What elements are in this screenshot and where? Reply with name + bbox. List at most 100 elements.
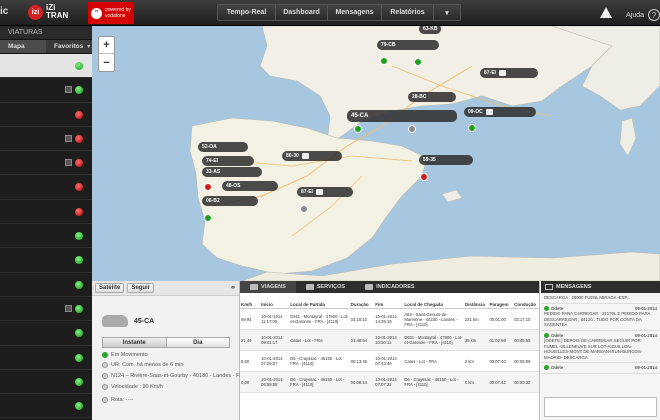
table-row[interactable]: 8,60 10-01-2014 07:29:57 D6 - Crayssac - 4… bbox=[240, 350, 539, 372]
vehicle-list-item[interactable] bbox=[0, 126, 92, 152]
warning-icon[interactable] bbox=[600, 6, 613, 18]
table-row[interactable]: 21,49 10-01-2014 09:01:17 Catus - Lot - FR… bbox=[240, 329, 539, 351]
column-header[interactable]: Distância bbox=[463, 301, 489, 309]
vehicle-map-label[interactable]: 52-OA bbox=[198, 142, 248, 152]
vehicle-map-label[interactable]: 87-EI bbox=[480, 68, 538, 78]
follow-button[interactable]: Seguir bbox=[127, 283, 155, 293]
messages-title: MENSAGENS bbox=[556, 284, 592, 290]
vehicle-map-label[interactable]: 45-CA bbox=[347, 110, 457, 122]
vehicle-map-label[interactable]: 87-EI bbox=[297, 187, 353, 197]
vehicle-marker-idle[interactable] bbox=[408, 125, 416, 133]
column-header[interactable]: Local de Partida bbox=[289, 301, 350, 309]
vehicle-list-item[interactable] bbox=[0, 199, 92, 225]
vehicle-list-item[interactable] bbox=[0, 296, 92, 322]
trips-tab[interactable]: INDICADORES bbox=[355, 281, 425, 293]
status-dot-icon bbox=[75, 377, 83, 386]
table-cell: 00:45:55 bbox=[513, 329, 539, 351]
vehicle-list-item[interactable] bbox=[0, 54, 92, 79]
nav-item[interactable]: ▾ bbox=[434, 5, 460, 20]
vehicle-map-label[interactable]: 63-KB bbox=[419, 26, 442, 34]
vehicle-marker-moving[interactable] bbox=[414, 58, 422, 66]
vehicle-marker-stopped[interactable] bbox=[204, 183, 212, 191]
vehicle-map-label[interactable]: 48-OS bbox=[222, 181, 278, 191]
message-item[interactable]: Odete 09-01-2014 bbox=[541, 363, 660, 374]
trips-tab[interactable]: VIAGENS bbox=[240, 281, 296, 293]
map-land bbox=[189, 26, 660, 281]
column-header[interactable]: Paragem bbox=[488, 301, 514, 309]
column-header[interactable]: Condução bbox=[513, 301, 539, 309]
column-header[interactable]: Duração bbox=[349, 301, 375, 309]
help-icon[interactable]: ? bbox=[648, 9, 660, 21]
vehicle-marker-moving[interactable] bbox=[204, 214, 212, 222]
vehicle-marker-moving[interactable] bbox=[354, 125, 362, 133]
nav-item[interactable]: Tempo-Real bbox=[218, 5, 276, 20]
nav-item[interactable]: Dashboard bbox=[276, 5, 328, 20]
zoom-in-button[interactable]: + bbox=[99, 37, 114, 54]
column-header[interactable]: Início bbox=[260, 301, 290, 309]
vehicle-status-text: Velocidade : 90 Km/h bbox=[111, 384, 163, 390]
vehicle-map-label[interactable]: 74-EI bbox=[202, 156, 254, 166]
vehicle-list bbox=[0, 54, 92, 419]
satellite-button[interactable]: Satélite bbox=[95, 283, 125, 293]
vehicle-map-label[interactable]: 79-CB bbox=[377, 40, 439, 50]
vehicle-list-item[interactable] bbox=[0, 321, 92, 346]
table-cell: 03:18:10 bbox=[349, 308, 375, 330]
truck-icon bbox=[498, 70, 506, 76]
trips-panel: VIAGENS SERVIÇOS INDICADORES Km/h Início Loc… bbox=[240, 281, 540, 420]
vehicle-list-item[interactable] bbox=[0, 272, 92, 297]
table-cell: Catus - Lot - FRA bbox=[289, 329, 350, 351]
day-button[interactable]: Dia bbox=[166, 338, 229, 347]
column-header[interactable]: Km/h bbox=[240, 301, 261, 309]
vehicle-marker-moving[interactable] bbox=[468, 124, 476, 132]
vehicle-list-item[interactable] bbox=[0, 102, 92, 127]
nav-item[interactable]: Relatórios bbox=[382, 5, 434, 20]
vehicle-list-item[interactable] bbox=[0, 345, 92, 370]
top-bar: ic izi iZi TRAN ” powered by vodafone Te… bbox=[0, 0, 660, 26]
vehicle-status-text: Rota: ---- bbox=[111, 397, 133, 403]
vehicle-label-text: 45-CA bbox=[351, 113, 369, 119]
message-input[interactable] bbox=[544, 397, 657, 417]
vehicle-map-label[interactable]: 33-AS bbox=[202, 167, 262, 177]
vehicle-marker-stopped[interactable] bbox=[420, 173, 428, 181]
column-header[interactable]: Fim bbox=[374, 301, 404, 309]
vehicle-marker-moving[interactable] bbox=[380, 57, 388, 65]
column-header[interactable]: Local de Chegada bbox=[403, 301, 464, 309]
map-view[interactable]: + − 63-KB 79-CB 87-EI 28-BC 45-CA 09-OC … bbox=[92, 26, 660, 281]
table-cell: 03:17:10 bbox=[513, 308, 539, 330]
vehicle-list-item[interactable] bbox=[0, 248, 92, 273]
instant-button[interactable]: Instante bbox=[103, 338, 167, 347]
nav-item[interactable]: Mensagens bbox=[328, 5, 382, 20]
vehicle-list-item[interactable] bbox=[0, 151, 92, 176]
link-icon[interactable]: ⚭ bbox=[230, 284, 236, 292]
message-item[interactable]: Odete 09-01-2014 [ODETE:] DEPOIS DE CARREG… bbox=[541, 331, 660, 363]
vehicle-list-item[interactable] bbox=[0, 175, 92, 200]
vodafone-icon: ” bbox=[91, 7, 102, 19]
vehicle-map-label[interactable]: 06-B2 bbox=[202, 196, 258, 206]
trips-tab-label: VIAGENS bbox=[261, 284, 286, 290]
message-item[interactable]: Odete 09-01-2014 PEDIDO PARA CARREGAR : 32… bbox=[541, 304, 660, 331]
table-row[interactable]: 69,94 10-01-2014 11:17:09 D911 - Montayral… bbox=[240, 308, 539, 330]
zoom-out-button[interactable]: − bbox=[99, 54, 114, 71]
vehicle-marker-idle[interactable] bbox=[300, 205, 308, 213]
vehicle-list-item[interactable] bbox=[0, 369, 92, 395]
tab-favorites[interactable]: Favoritos ▾ bbox=[46, 40, 92, 53]
message-sender-name: Odete bbox=[551, 365, 564, 370]
tab-favorites-label: Favoritos bbox=[54, 43, 84, 50]
vehicle-list-item[interactable] bbox=[0, 78, 92, 103]
vehicle-label-text: 59-35 bbox=[423, 157, 436, 163]
vehicle-map-label[interactable]: 59-35 bbox=[419, 155, 473, 165]
trips-tab[interactable]: SERVIÇOS bbox=[296, 281, 355, 293]
status-dot-icon bbox=[75, 402, 83, 411]
vehicle-list-item[interactable] bbox=[0, 224, 92, 249]
vehicle-map-label[interactable]: 28-BC bbox=[408, 92, 456, 102]
vehicle-label-text: 74-EI bbox=[206, 158, 218, 164]
status-dot-icon bbox=[75, 329, 83, 338]
tab-map[interactable]: Mapa bbox=[0, 40, 46, 53]
help-label[interactable]: Ajuda bbox=[626, 12, 644, 19]
table-row[interactable]: 0,00 10-01-2014 06:59:08 D6 - Crayssac - 4… bbox=[240, 371, 539, 393]
vehicle-map-label[interactable]: 09-OC bbox=[464, 107, 536, 117]
vehicle-map-label[interactable]: 80-30 bbox=[282, 151, 342, 161]
table-cell: 10-01-2014 07:43:46 bbox=[374, 350, 404, 372]
message-item[interactable]: DESCARGA : 28000 FUENLABRADA -ESP... bbox=[541, 293, 660, 304]
vehicle-list-item[interactable] bbox=[0, 394, 92, 419]
